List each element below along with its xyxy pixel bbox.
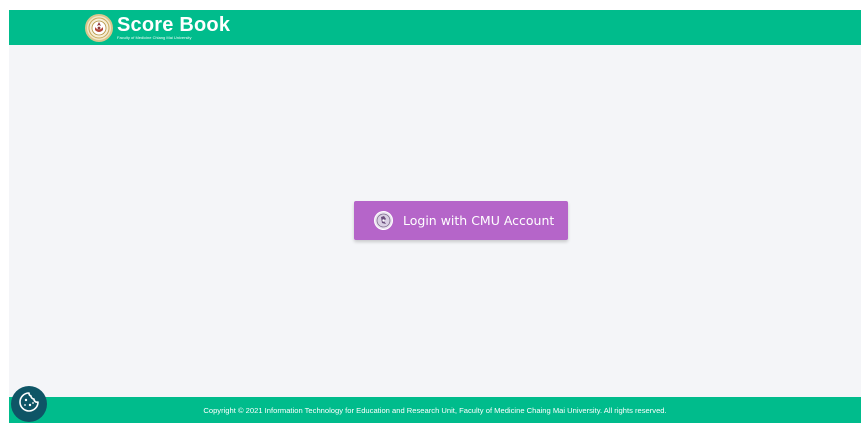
footer: Copyright © 2021 Information Technology …: [9, 397, 861, 423]
login-button-label: Login with CMU Account: [403, 213, 555, 228]
login-cmu-account-button[interactable]: Login with CMU Account: [354, 201, 568, 240]
page-frame: Score Book Faculty of Medicine Chiang Ma…: [9, 10, 861, 423]
top-navbar: Score Book Faculty of Medicine Chiang Ma…: [9, 10, 861, 45]
cmu-medicine-seal-icon: [85, 13, 113, 42]
cookie-icon: [18, 391, 40, 418]
app-title: Score Book: [117, 13, 231, 36]
copyright-text: Copyright © 2021 Information Technology …: [203, 406, 667, 415]
brand-logo-link[interactable]: Score Book Faculty of Medicine Chiang Ma…: [85, 11, 230, 44]
cmu-seal-icon: [374, 211, 393, 230]
app-subtitle: Faculty of Medicine Chiang Mai Universit…: [117, 34, 192, 40]
cookie-settings-button[interactable]: [11, 386, 47, 422]
